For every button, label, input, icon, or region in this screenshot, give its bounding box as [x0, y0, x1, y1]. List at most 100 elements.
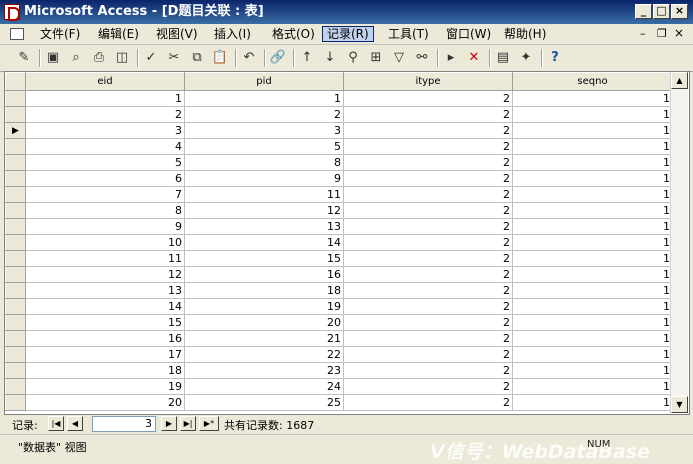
last-record-button[interactable]: ▶|: [180, 416, 196, 431]
table-row[interactable]: 2221: [5, 106, 673, 123]
first-record-button[interactable]: |◀: [48, 416, 64, 431]
cell-seqno[interactable]: 1: [512, 106, 673, 123]
cell-pid[interactable]: 11: [184, 186, 344, 203]
menu-item-5[interactable]: 记录(R): [322, 26, 374, 42]
cell-itype[interactable]: 2: [343, 154, 513, 171]
table-row[interactable]: 6921: [5, 170, 673, 187]
design-view-icon[interactable]: ✎: [14, 48, 34, 68]
cell-seqno[interactable]: 1: [512, 346, 673, 363]
cell-itype[interactable]: 2: [343, 394, 513, 411]
sort-descending-icon[interactable]: ↓: [320, 48, 340, 68]
cell-itype[interactable]: 2: [343, 266, 513, 283]
cell-pid[interactable]: 14: [184, 234, 344, 251]
row-selector[interactable]: [5, 186, 26, 203]
table-row[interactable]: 15 20 2 1: [5, 314, 673, 331]
select-all-corner[interactable]: [5, 72, 26, 91]
cell-eid[interactable]: 4: [25, 138, 185, 155]
table-row[interactable]: 13 18 2 1: [5, 282, 673, 299]
cell-seqno[interactable]: 1: [512, 394, 673, 411]
menu-item-2[interactable]: 视图(V): [152, 26, 202, 42]
cell-pid[interactable]: 16: [184, 266, 344, 283]
doc-minimize-icon[interactable]: –: [640, 27, 646, 40]
column-header-eid[interactable]: eid: [25, 72, 185, 91]
next-record-button[interactable]: ▶: [161, 416, 177, 431]
table-row[interactable]: 11 15 2 1: [5, 250, 673, 267]
cell-pid[interactable]: 9: [184, 170, 344, 187]
cell-itype[interactable]: 2: [343, 218, 513, 235]
row-selector[interactable]: [5, 298, 26, 315]
column-header-itype[interactable]: itype: [343, 72, 513, 91]
row-selector[interactable]: ▶: [5, 122, 26, 139]
cell-eid[interactable]: 12: [25, 266, 185, 283]
table-row[interactable]: 19 24 2 1: [5, 378, 673, 395]
menu-item-7[interactable]: 窗口(W): [442, 26, 495, 42]
cell-seqno[interactable]: 1: [512, 170, 673, 187]
cell-seqno[interactable]: 1: [512, 362, 673, 379]
doc-restore-icon[interactable]: ❐: [657, 27, 667, 40]
cell-pid[interactable]: 25: [184, 394, 344, 411]
row-selector[interactable]: [5, 90, 26, 107]
cell-itype[interactable]: 2: [343, 250, 513, 267]
print-icon[interactable]: ⎙: [89, 48, 109, 68]
cell-seqno[interactable]: 1: [512, 250, 673, 267]
cell-seqno[interactable]: 1: [512, 234, 673, 251]
row-selector[interactable]: [5, 362, 26, 379]
vertical-scrollbar[interactable]: ▲ ▼: [670, 72, 688, 413]
cell-seqno[interactable]: 1: [512, 122, 673, 139]
cell-eid[interactable]: 3: [25, 122, 185, 139]
cell-seqno[interactable]: 1: [512, 266, 673, 283]
cell-pid[interactable]: 1: [184, 90, 344, 107]
table-row[interactable]: 10 14 2 1: [5, 234, 673, 251]
cell-seqno[interactable]: 1: [512, 138, 673, 155]
cell-pid[interactable]: 22: [184, 346, 344, 363]
table-row[interactable]: 18 23 2 1: [5, 362, 673, 379]
row-selector[interactable]: [5, 282, 26, 299]
menu-item-0[interactable]: 文件(F): [36, 26, 84, 42]
menu-item-8[interactable]: 帮助(H): [500, 26, 550, 42]
cell-itype[interactable]: 2: [343, 170, 513, 187]
row-selector[interactable]: [5, 106, 26, 123]
table-row[interactable]: 17 22 2 1: [5, 346, 673, 363]
row-selector[interactable]: [5, 154, 26, 171]
cell-pid[interactable]: 23: [184, 362, 344, 379]
new-object-icon[interactable]: ✦: [516, 48, 536, 68]
cell-eid[interactable]: 19: [25, 378, 185, 395]
cell-seqno[interactable]: 1: [512, 330, 673, 347]
cell-seqno[interactable]: 1: [512, 202, 673, 219]
row-selector[interactable]: [5, 314, 26, 331]
cell-seqno[interactable]: 1: [512, 186, 673, 203]
cell-itype[interactable]: 2: [343, 314, 513, 331]
cell-itype[interactable]: 2: [343, 282, 513, 299]
search-icon[interactable]: ⌕: [66, 48, 86, 68]
cell-pid[interactable]: 20: [184, 314, 344, 331]
paste-icon[interactable]: 📋: [210, 48, 230, 68]
new-record-icon[interactable]: ▸: [441, 48, 461, 68]
table-row[interactable]: 4521: [5, 138, 673, 155]
print-preview-icon[interactable]: ◫: [112, 48, 132, 68]
row-selector[interactable]: [5, 330, 26, 347]
cell-eid[interactable]: 8: [25, 202, 185, 219]
maximize-button[interactable]: □: [653, 4, 670, 19]
row-selector[interactable]: [5, 202, 26, 219]
table-row[interactable]: 20 25 2 1: [5, 394, 673, 411]
cell-pid[interactable]: 18: [184, 282, 344, 299]
cell-eid[interactable]: 16: [25, 330, 185, 347]
cell-itype[interactable]: 2: [343, 186, 513, 203]
table-row[interactable]: ▶ 3 3 2 1: [5, 122, 673, 139]
cell-pid[interactable]: 24: [184, 378, 344, 395]
table-row[interactable]: 12 16 2 1: [5, 266, 673, 283]
cell-itype[interactable]: 2: [343, 202, 513, 219]
row-selector[interactable]: [5, 346, 26, 363]
cell-eid[interactable]: 9: [25, 218, 185, 235]
hyperlink-icon[interactable]: 🔗: [268, 48, 288, 68]
menu-item-1[interactable]: 编辑(E): [94, 26, 143, 42]
filter-by-form-icon[interactable]: ⊞: [366, 48, 386, 68]
previous-record-button[interactable]: ◀: [67, 416, 83, 431]
cell-seqno[interactable]: 1: [512, 90, 673, 107]
close-button[interactable]: ×: [671, 4, 688, 19]
cut-icon[interactable]: ✂: [164, 48, 184, 68]
cell-itype[interactable]: 2: [343, 90, 513, 107]
table-row[interactable]: 7 11 2 1: [5, 186, 673, 203]
access-app-icon[interactable]: [4, 4, 20, 21]
cell-itype[interactable]: 2: [343, 378, 513, 395]
